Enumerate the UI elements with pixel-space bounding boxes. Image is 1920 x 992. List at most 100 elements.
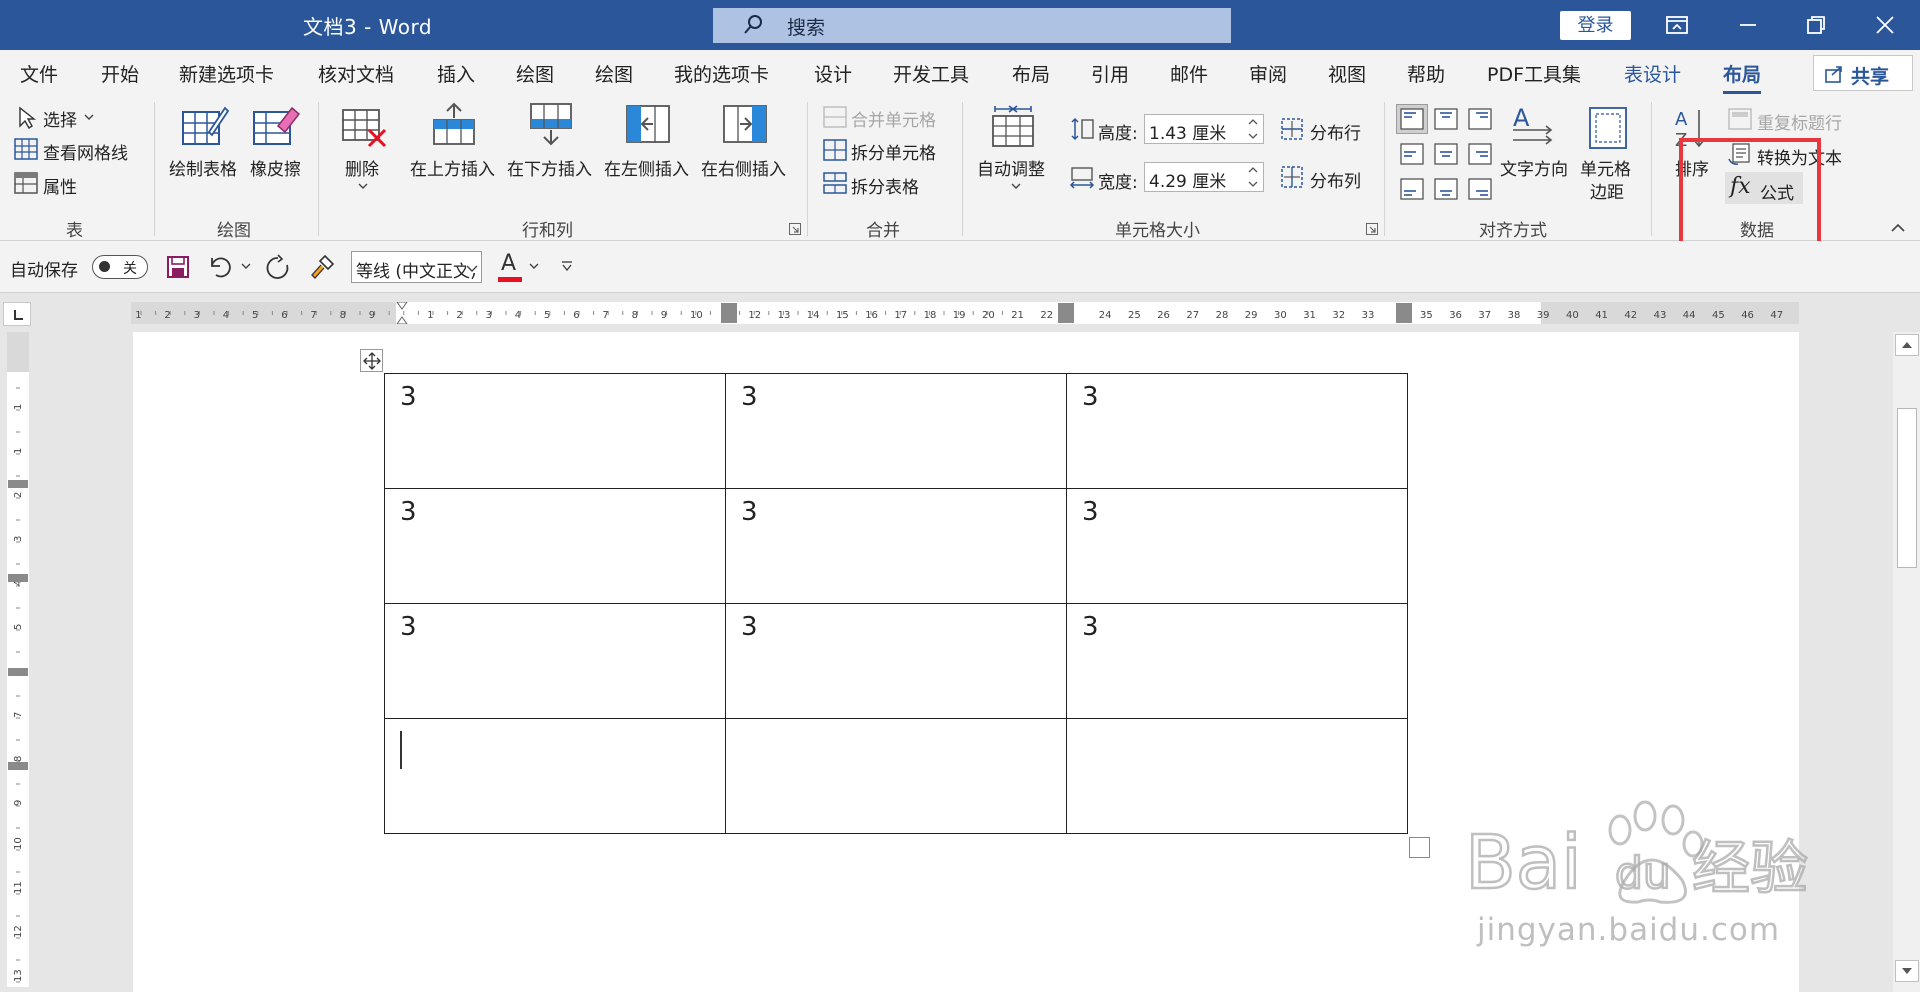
login-button[interactable]: 登录 [1560,11,1631,40]
scroll-down-button[interactable] [1895,960,1919,982]
tab-stop-selector[interactable] [3,302,31,326]
height-field[interactable]: 1.43 厘米 [1144,114,1264,144]
split-table-button[interactable]: 拆分表格 [851,173,919,198]
align-bottom-center-icon[interactable] [1434,178,1458,200]
save-icon[interactable] [166,255,190,279]
insert-above-button[interactable]: 在上方插入 [410,155,495,180]
close-icon[interactable] [1872,12,1898,38]
tab-review[interactable]: 审阅 [1249,60,1287,87]
align-top-center-icon[interactable] [1434,108,1458,130]
ribbon-separator [318,102,319,236]
chevron-down-icon[interactable] [529,262,539,270]
tab-draw-2[interactable]: 绘图 [595,60,633,87]
table-cell-active[interactable] [384,718,726,834]
select-button[interactable]: 选择 [43,106,77,131]
tab-file[interactable]: 文件 [20,60,58,87]
width-field[interactable]: 4.29 厘米 [1144,162,1264,192]
tab-pdf-tools[interactable]: PDF工具集 [1487,60,1581,87]
table-cell[interactable]: 3 [384,603,726,719]
align-middle-left-icon[interactable] [1400,143,1424,165]
width-spinner-icon[interactable] [1247,163,1259,191]
draw-table-button[interactable]: 绘制表格 [169,155,237,180]
delete-button[interactable]: 删除 [345,155,379,180]
restore-icon[interactable] [1803,12,1829,38]
table-cell[interactable]: 3 [725,603,1067,719]
tab-home[interactable]: 开始 [101,60,139,87]
align-middle-right-icon[interactable] [1468,143,1492,165]
table-move-handle[interactable] [360,349,383,372]
align-bottom-right-icon[interactable] [1468,178,1492,200]
eraser-button[interactable]: 橡皮擦 [250,155,301,180]
insert-below-button[interactable]: 在下方插入 [507,155,592,180]
tab-new-tab[interactable]: 新建选项卡 [179,60,274,87]
tab-insert[interactable]: 插入 [437,60,475,87]
document-table[interactable]: 3 3 3 3 3 3 3 3 3 [384,373,1408,834]
table-resize-handle[interactable] [1409,837,1430,858]
tab-help[interactable]: 帮助 [1407,60,1445,87]
view-gridlines-button[interactable]: 查看网格线 [43,139,128,164]
autosave-toggle[interactable]: 关 [92,255,148,279]
distribute-rows-button[interactable]: 分布行 [1310,119,1361,144]
tab-view[interactable]: 视图 [1328,60,1366,87]
tab-layout-page[interactable]: 布局 [1012,60,1050,87]
tab-table-design[interactable]: 表设计 [1624,60,1681,87]
repeat-header-button[interactable]: 重复标题行 [1757,109,1842,134]
table-cell[interactable]: 3 [384,488,726,604]
ruler-label: 6 [573,310,579,321]
table-cell[interactable] [725,718,1067,834]
minimize-icon[interactable] [1735,12,1761,38]
cell-margins-line2[interactable]: 边距 [1590,178,1624,203]
collapse-ribbon-icon[interactable] [1890,222,1906,234]
vertical-ruler[interactable]: 11234567891011121314 [7,332,29,987]
autofit-button[interactable]: 自动调整 [977,155,1045,180]
search-box[interactable]: 搜索 [713,8,1231,43]
table-cell[interactable]: 3 [725,488,1067,604]
insert-right-button[interactable]: 在右侧插入 [701,155,786,180]
split-cells-button[interactable]: 拆分单元格 [851,139,936,164]
tab-table-layout[interactable]: 布局 [1723,60,1762,94]
merge-cells-button[interactable]: 合并单元格 [851,106,936,131]
distribute-cols-button[interactable]: 分布列 [1310,167,1361,192]
properties-button[interactable]: 属性 [43,173,77,198]
scroll-up-button[interactable] [1895,334,1919,356]
svg-text:du: du [1615,848,1671,899]
ruler-margin-right [1541,302,1799,324]
font-name-select[interactable]: 等线 (中文正文) [351,251,482,283]
tab-developer[interactable]: 开发工具 [893,60,969,87]
undo-icon[interactable] [206,254,234,280]
chevron-down-icon[interactable] [241,262,251,270]
table-cell[interactable]: 3 [725,373,1067,489]
tab-my-tab[interactable]: 我的选项卡 [674,60,769,87]
table-cell[interactable]: 3 [384,373,726,489]
tab-mailings[interactable]: 邮件 [1170,60,1208,87]
align-bottom-left-icon[interactable] [1400,178,1424,200]
menu-bar: 文件 开始 新建选项卡 核对文档 插入 绘图 绘图 我的选项卡 设计 开发工具 … [0,50,1920,96]
table-cell[interactable]: 3 [1066,373,1408,489]
table-cell[interactable]: 3 [1066,603,1408,719]
dialog-launcher-icon[interactable] [1366,223,1378,235]
tab-design[interactable]: 设计 [814,60,852,87]
tab-proofread[interactable]: 核对文档 [318,60,394,87]
table-cell[interactable] [1066,718,1408,834]
cell-margins-line1[interactable]: 单元格 [1580,155,1631,180]
dialog-launcher-icon[interactable] [789,223,801,235]
table-cell[interactable]: 3 [1066,488,1408,604]
tab-references[interactable]: 引用 [1091,60,1129,87]
share-button[interactable]: 共享 [1813,55,1913,91]
align-top-right-icon[interactable] [1468,108,1492,130]
horizontal-ruler[interactable]: 987654321 1 2 3 4 5 6 7 8 9 10 12 13 14 15 16 17 18 19 20 21… [131,302,1799,324]
ribbon-display-options-icon[interactable] [1664,12,1690,38]
font-color-letter-icon[interactable]: A [501,251,516,276]
insert-left-button[interactable]: 在左侧插入 [604,155,689,180]
watermark-url: jingyan.baidu.com [1477,912,1781,948]
customize-qat-icon[interactable] [560,260,574,272]
ruler-label: 7 [310,310,316,321]
tab-draw-1[interactable]: 绘图 [516,60,554,87]
text-direction-button[interactable]: 文字方向 [1500,155,1568,180]
scroll-thumb[interactable] [1897,408,1917,568]
height-spinner-icon[interactable] [1247,115,1259,143]
ruler-label: 1 [427,310,433,321]
align-middle-center-icon[interactable] [1434,143,1458,165]
format-painter-icon[interactable] [308,253,336,281]
redo-icon[interactable] [264,254,292,280]
